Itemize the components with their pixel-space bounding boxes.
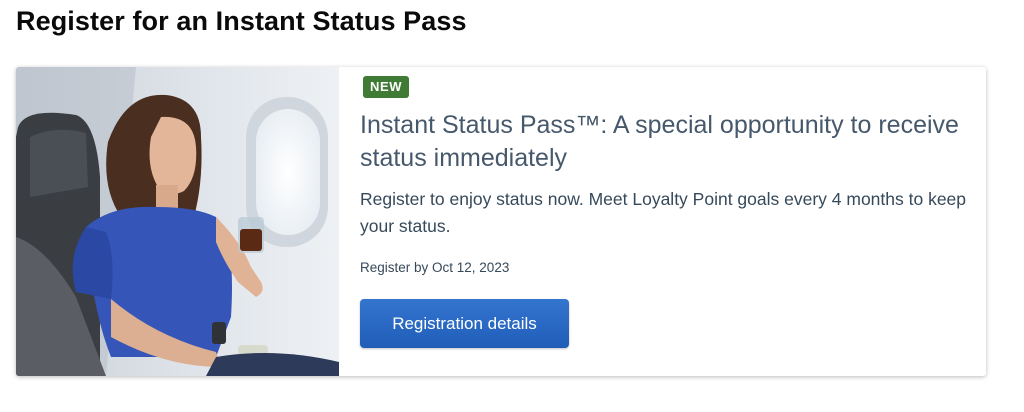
passenger-photo <box>16 67 339 376</box>
promo-description: Register to enjoy status now. Meet Loyal… <box>360 189 967 236</box>
registration-deadline: Register by Oct 12, 2023 <box>360 260 510 275</box>
promo-card: NEW Instant Status Pass™: A special oppo… <box>16 67 986 376</box>
page-title: Register for an Instant Status Pass <box>16 6 467 36</box>
registration-details-button[interactable]: Registration details <box>360 299 569 348</box>
promo-title: Instant Status Pass™: A special opportun… <box>360 111 959 172</box>
new-badge: NEW <box>363 76 410 98</box>
